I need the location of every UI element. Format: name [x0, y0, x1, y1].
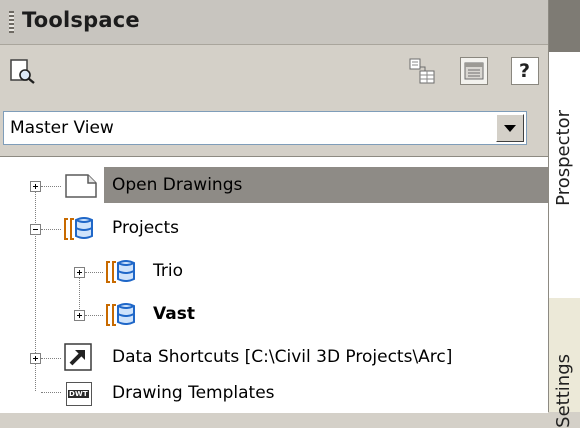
- expand-icon[interactable]: [74, 310, 85, 321]
- tree-item-data-shortcuts[interactable]: Data Shortcuts [C:\Civil 3D Projects\Arc…: [0, 339, 548, 377]
- open-drawings-icon: [65, 174, 97, 198]
- tab-label: Prospector: [553, 110, 574, 206]
- dwt-file-icon: DWT: [60, 378, 94, 408]
- collapse-icon[interactable]: [30, 224, 41, 235]
- chevron-down-icon: [504, 125, 516, 132]
- copy-to-project-icon[interactable]: [408, 57, 438, 85]
- help-icon: ?: [519, 60, 531, 82]
- window-title: Toolspace: [22, 8, 140, 32]
- projects-database-icon: [64, 217, 93, 240]
- prospector-tree[interactable]: Open Drawings Projects Trio Vast Data Sh…: [0, 156, 548, 413]
- tab-strip-header: [549, 0, 580, 52]
- tree-item-projects[interactable]: Projects: [0, 210, 548, 248]
- tree-connector: [85, 272, 103, 273]
- expand-icon[interactable]: [30, 353, 41, 364]
- help-button[interactable]: ?: [511, 57, 539, 85]
- expand-icon[interactable]: [30, 181, 41, 192]
- tree-item-trio[interactable]: Trio: [0, 253, 548, 291]
- data-shortcut-icon: [64, 343, 92, 371]
- tree-item-label: Trio: [153, 261, 183, 281]
- tree-item-label: Data Shortcuts [C:\Civil 3D Projects\Arc…: [112, 347, 453, 367]
- drawing-search-icon[interactable]: [8, 57, 38, 85]
- item-view-button[interactable]: [460, 57, 488, 85]
- tab-strip: Prospector Settings: [548, 0, 580, 428]
- tree-item-open-drawings[interactable]: Open Drawings: [0, 167, 548, 205]
- tree-connector: [41, 358, 61, 359]
- tree-item-label: Open Drawings: [112, 175, 243, 195]
- tab-settings[interactable]: Settings: [549, 298, 580, 428]
- tab-prospector[interactable]: Prospector: [549, 52, 580, 299]
- toolspace-panel: Toolspace ? Master View Open Drawings Pr…: [0, 0, 580, 428]
- tree-item-label: Vast: [153, 304, 195, 324]
- toolbar: ?: [0, 45, 548, 102]
- expand-icon[interactable]: [74, 267, 85, 278]
- project-database-icon: [106, 260, 135, 283]
- dwt-icon-text: DWT: [68, 390, 89, 398]
- project-database-icon: [106, 303, 135, 326]
- tree-connector: [41, 186, 61, 187]
- tree-item-label: Drawing Templates: [112, 383, 275, 403]
- tree-item-drawing-templates[interactable]: DWT Drawing Templates: [0, 375, 548, 413]
- dropdown-button[interactable]: [496, 114, 524, 142]
- title-bar[interactable]: Toolspace: [0, 0, 548, 45]
- view-selector-value: Master View: [10, 118, 114, 138]
- tab-label: Settings: [553, 354, 574, 428]
- tree-item-label: Projects: [112, 218, 180, 238]
- tree-connector: [41, 229, 61, 230]
- tree-connector: [85, 315, 103, 316]
- drag-grip-icon[interactable]: [9, 11, 14, 33]
- item-view-icon: [464, 62, 484, 80]
- view-selector[interactable]: Master View: [3, 111, 527, 145]
- tree-item-vast[interactable]: Vast: [0, 296, 548, 334]
